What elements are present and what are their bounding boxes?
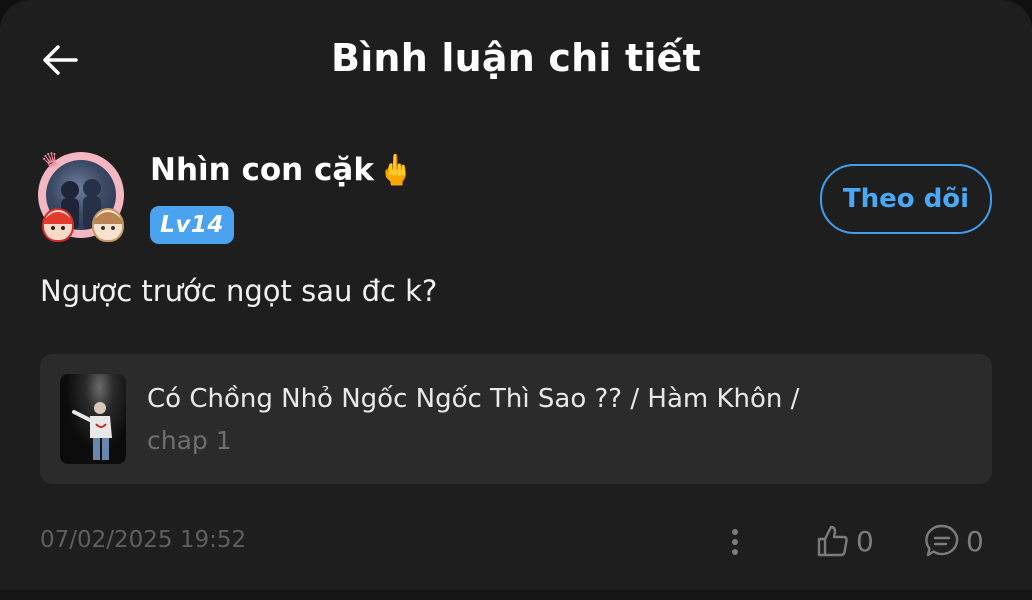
more-options-button[interactable]	[722, 524, 748, 560]
comment-timestamp: 07/02/2025 19:52	[40, 527, 247, 553]
follow-button[interactable]: Theo dõi	[820, 164, 992, 234]
book-title: Có Chồng Nhỏ Ngốc Ngốc Thì Sao ?? / Hàm …	[147, 384, 800, 414]
level-badge: Lv14	[150, 206, 234, 244]
comment-detail-sheet: Bình luận chi tiết ♛ Nhìn con cặk 🖕 Lv14…	[0, 0, 1032, 590]
book-chapter: chap 1	[147, 426, 232, 455]
more-vertical-icon	[732, 529, 738, 555]
thumbs-up-icon	[817, 525, 848, 557]
sticker-left-icon	[42, 208, 74, 242]
user-name[interactable]: Nhìn con cặk 🖕	[150, 152, 414, 188]
comment-text: Ngược trước ngọt sau đc k?	[40, 274, 438, 308]
avatar[interactable]: ♛	[38, 145, 124, 242]
reply-button[interactable]: 0	[924, 522, 984, 560]
book-cover-thumbnail	[60, 374, 126, 464]
like-count: 0	[856, 524, 874, 558]
comment-icon	[925, 524, 959, 557]
sticker-right-icon	[92, 208, 124, 242]
user-name-text: Nhìn con cặk	[150, 152, 374, 188]
like-button[interactable]: 0	[816, 522, 874, 560]
page-title: Bình luận chi tiết	[331, 36, 701, 80]
book-link-card[interactable]: Có Chồng Nhỏ Ngốc Ngốc Thì Sao ?? / Hàm …	[40, 354, 992, 484]
user-name-emoji: 🖕	[376, 153, 415, 188]
bottom-divider	[0, 590, 1032, 600]
reply-count: 0	[966, 524, 984, 558]
